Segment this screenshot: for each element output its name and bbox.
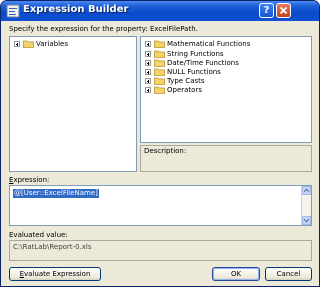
description-panel: Description: bbox=[140, 145, 312, 172]
tree-item-label: Mathematical Functions bbox=[167, 40, 251, 48]
scroll-up-button[interactable] bbox=[302, 186, 311, 195]
expression-input[interactable]: @[User::ExcelFileName] bbox=[9, 185, 312, 226]
expand-icon[interactable] bbox=[145, 87, 151, 93]
tree-item-mathematical-functions[interactable]: Mathematical Functions bbox=[145, 40, 305, 49]
folder-icon bbox=[154, 59, 165, 67]
evaluate-expression-button[interactable]: Evaluate Expression bbox=[9, 267, 101, 281]
description-label: Description: bbox=[144, 147, 187, 155]
folder-icon bbox=[154, 50, 165, 58]
folder-icon bbox=[154, 40, 165, 48]
tree-item-type-casts[interactable]: Type Casts bbox=[145, 77, 305, 86]
expression-builder-window: Expression Builder ? Specify the express… bbox=[0, 0, 320, 287]
folder-icon bbox=[154, 77, 165, 85]
instruction-text: Specify the expression for the property:… bbox=[9, 25, 198, 33]
expand-icon[interactable] bbox=[145, 78, 151, 84]
tree-item-label: Operators bbox=[167, 86, 202, 94]
window-title: Expression Builder bbox=[23, 4, 129, 15]
tree-item-string-functions[interactable]: String Functions bbox=[145, 50, 305, 59]
expression-text[interactable]: @[User::ExcelFileName] bbox=[13, 189, 99, 198]
tree-item-variables[interactable]: Variables bbox=[14, 40, 124, 49]
ok-button[interactable]: OK bbox=[212, 267, 260, 281]
evaluated-value-text: C:\RatLab\Report-0.xls bbox=[13, 243, 92, 251]
folder-icon bbox=[154, 86, 165, 94]
functions-tree-panel[interactable]: Mathematical Functions String Functions … bbox=[140, 36, 312, 143]
expand-icon[interactable] bbox=[145, 60, 151, 66]
arrow-up-icon bbox=[303, 188, 310, 192]
tree-item-date-time-functions[interactable]: Date/Time Functions bbox=[145, 59, 305, 68]
evaluated-value-label: Evaluated value: bbox=[9, 231, 68, 239]
tree-item-label: Date/Time Functions bbox=[167, 59, 239, 67]
folder-icon bbox=[23, 40, 34, 48]
folder-icon bbox=[154, 68, 165, 76]
expand-icon[interactable] bbox=[145, 41, 151, 47]
arrow-down-icon bbox=[303, 219, 310, 223]
tree-item-operators[interactable]: Operators bbox=[145, 86, 305, 95]
expand-icon[interactable] bbox=[145, 51, 151, 57]
expand-icon[interactable] bbox=[14, 41, 20, 47]
expression-scrollbar[interactable] bbox=[301, 186, 311, 225]
expression-label: Expression: bbox=[9, 176, 50, 184]
cancel-button[interactable]: Cancel bbox=[265, 267, 312, 281]
tree-item-null-functions[interactable]: NULL Functions bbox=[145, 68, 305, 77]
variables-tree-panel[interactable]: Variables bbox=[9, 36, 137, 172]
help-button[interactable]: ? bbox=[259, 3, 274, 18]
expression-builder-app-icon bbox=[6, 4, 20, 18]
close-icon bbox=[279, 6, 288, 15]
tree-item-label: Variables bbox=[36, 40, 68, 48]
tree-item-label: NULL Functions bbox=[167, 68, 221, 76]
evaluated-value-box: C:\RatLab\Report-0.xls bbox=[9, 240, 312, 261]
tree-item-label: String Functions bbox=[167, 50, 224, 58]
tree-item-label: Type Casts bbox=[167, 77, 205, 85]
expand-icon[interactable] bbox=[145, 69, 151, 75]
title-bar[interactable]: Expression Builder ? bbox=[1, 1, 319, 21]
scroll-down-button[interactable] bbox=[302, 216, 311, 225]
close-button[interactable] bbox=[276, 3, 291, 18]
help-icon: ? bbox=[263, 5, 270, 16]
